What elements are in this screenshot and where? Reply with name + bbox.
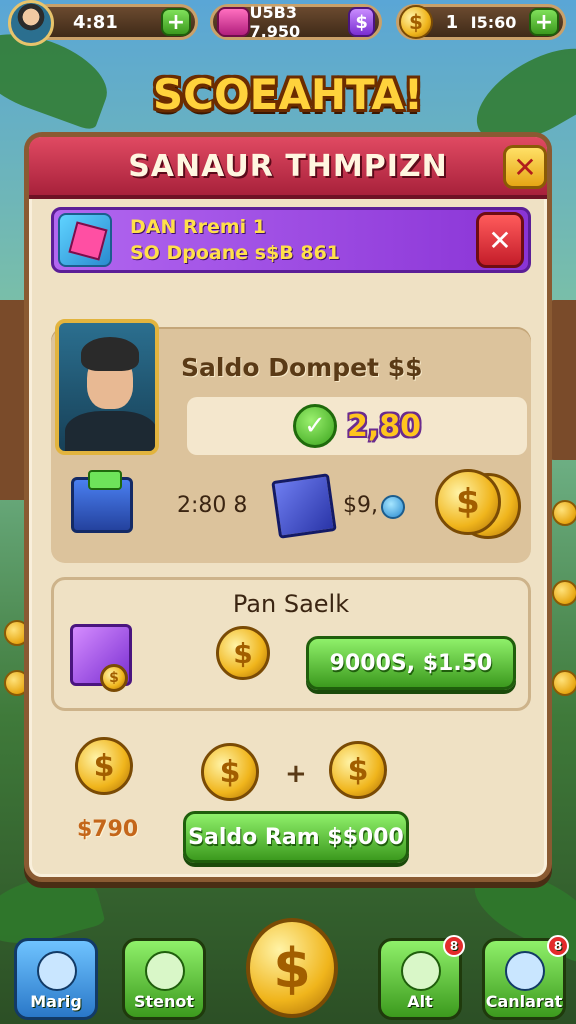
search-icon <box>37 951 77 991</box>
add-level-button[interactable]: + <box>161 8 191 36</box>
nav-store-button[interactable]: Stenot <box>122 938 206 1020</box>
saldo-ram-button[interactable]: Saldo Ram $$000 <box>183 811 409 863</box>
gear-icon <box>401 951 441 991</box>
gem-icon <box>217 7 250 37</box>
nav-label: Marig <box>30 992 82 1011</box>
check-icon: ✓ <box>292 404 337 448</box>
nav-label: Stenot <box>133 992 195 1011</box>
coin-icon: $ <box>435 469 501 535</box>
notification-line-2: SO Dpoane s$B 861 <box>130 242 341 264</box>
hero-portrait <box>55 319 159 455</box>
nav-map-button[interactable]: Marig <box>14 938 98 1020</box>
nav-label: Canlarat <box>485 992 563 1011</box>
coin-icon: $ <box>201 743 259 801</box>
wallet-label: Saldo Dompet $$ <box>181 353 423 382</box>
wallet-balance-box: ✓ 2,80 <box>187 397 527 455</box>
close-panel-button[interactable]: ✕ <box>503 145 547 189</box>
hut <box>548 300 576 460</box>
buy-pack-button[interactable]: 9000S, $1.50 <box>306 636 516 690</box>
coin-icon: $ <box>100 664 128 692</box>
wallet-section: Saldo Dompet $$ ✓ 2,80 2:80 8 $9, $ $ <box>51 319 531 563</box>
treasure-chest-icon <box>71 470 133 533</box>
coin-icon: $ <box>329 741 387 799</box>
pack-section: Pan Saelk $ $ 9000S, $1.50 <box>51 577 531 711</box>
cube-icon <box>271 473 337 539</box>
timer-value: I5:60 <box>470 12 517 32</box>
notification-badge: 8 <box>547 935 569 957</box>
gems-value: U5B3 7.950 <box>249 3 301 41</box>
add-gems-button[interactable]: $ <box>348 7 376 37</box>
hero-jacket <box>65 411 155 451</box>
coin-icon: $ <box>75 737 133 795</box>
reward-amount: $790 <box>77 817 139 842</box>
player-level-value: 4:81 <box>73 11 118 33</box>
chest-value: 2:80 8 <box>177 493 248 518</box>
notification-text: DAN Rremi 1 SO Dpoane s$B 861 <box>130 214 340 266</box>
notification-badge: 8 <box>443 935 465 957</box>
cube-value: $9, <box>343 493 378 518</box>
panel-header: SANAUR THMPIZN <box>29 137 547 199</box>
shop-panel: SANAUR THMPIZN ✕ DAN Rremi 1 SO Dpoane s… <box>24 132 552 882</box>
hero-hair <box>81 337 139 371</box>
gems-pill: U5B3 7.950 $ <box>210 3 382 41</box>
player-avatar[interactable] <box>8 0 54 46</box>
coin-icon: $ <box>399 5 433 39</box>
gift-box-icon <box>58 213 112 267</box>
coin-icon <box>552 580 576 606</box>
nav-alt-button[interactable]: Alt 8 <box>378 935 465 1020</box>
coin-icon: $ <box>216 626 270 680</box>
add-coins-button[interactable]: + <box>528 8 559 36</box>
panel-title: SANAUR THMPIZN <box>128 148 448 184</box>
nav-calendar-button[interactable]: Canlarat 8 <box>482 935 569 1020</box>
player-level-pill: 4:81 + <box>30 4 198 40</box>
gem-icon <box>381 495 405 519</box>
coin-icon <box>552 500 576 526</box>
close-notification-button[interactable]: ✕ <box>476 212 524 268</box>
nav-label: Alt <box>407 992 433 1011</box>
coins-pill: $ 1 I5:60 + <box>396 4 566 40</box>
screen-title: SCOEAHTA! <box>152 70 424 119</box>
top-hud: 4:81 + U5B3 7.950 $ $ 1 I5:60 + <box>0 0 576 46</box>
settings-icon <box>505 951 545 991</box>
pack-label: Pan Saelk <box>232 590 350 618</box>
notification-bar: DAN Rremi 1 SO Dpoane s$B 861 ✕ <box>51 207 531 273</box>
store-icon <box>145 951 185 991</box>
plus-sign: + <box>285 759 307 789</box>
coin-icon <box>552 670 576 696</box>
center-coin-button[interactable]: $ <box>246 918 338 1018</box>
notification-line-1: DAN Rremi 1 <box>130 216 267 238</box>
wallet-balance: 2,80 <box>346 408 422 444</box>
coins-value: 1 <box>445 11 459 33</box>
